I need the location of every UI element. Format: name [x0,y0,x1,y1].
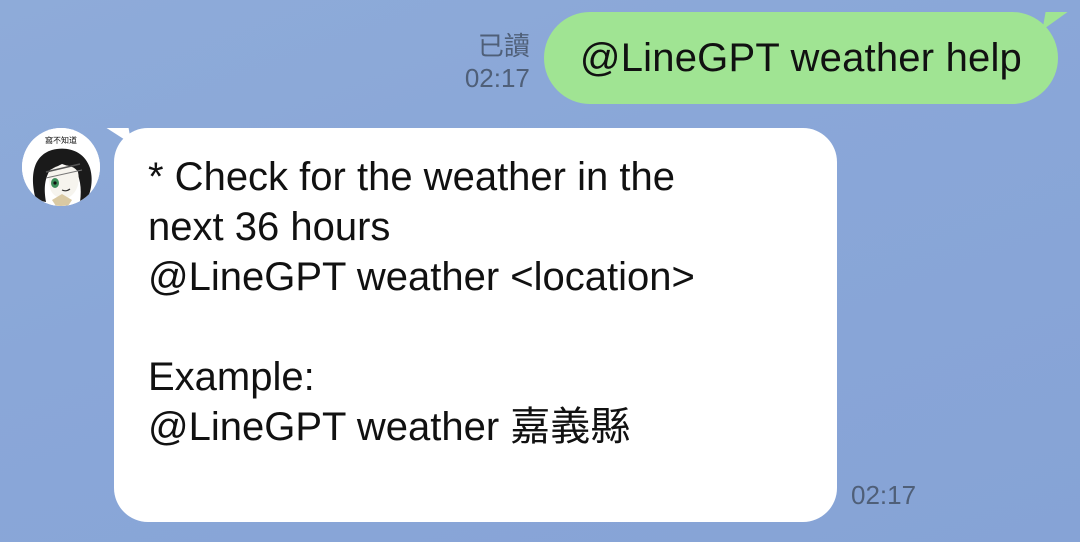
read-status: 已讀 [477,31,530,61]
message-line: @LineGPT weather 嘉義縣 [148,405,631,449]
incoming-message-time: 02:17 [851,480,917,510]
outgoing-message-meta: 已讀 02:17 [465,30,530,94]
avatar-caption: 窩不知道 [45,135,77,145]
avatar-image: 窩不知道 [22,128,100,206]
outgoing-message-text: @LineGPT weather help [579,35,1022,80]
message-line: Example: [148,355,315,399]
incoming-message-bubble[interactable]: * Check for the weather in the next 36 h… [106,128,837,522]
incoming-message-row: 窩不知道 * Check for the weather in the next… [22,128,837,522]
outgoing-message-row: 已讀 02:17 @LineGPT weather help [465,12,1068,104]
outgoing-message-bubble[interactable]: @LineGPT weather help [543,12,1068,104]
incoming-bubble-tail [106,128,132,144]
message-line: @LineGPT weather <location> [148,255,695,299]
message-line-blank [148,302,807,352]
message-line: next 36 hours [148,205,391,249]
outgoing-message-time: 02:17 [464,63,530,93]
message-line: * Check for the weather in the [148,155,675,199]
chat-view: 已讀 02:17 @LineGPT weather help 窩不知道 * Ch… [0,0,1080,542]
avatar[interactable]: 窩不知道 [22,128,100,206]
outgoing-bubble-tail [1042,12,1068,30]
